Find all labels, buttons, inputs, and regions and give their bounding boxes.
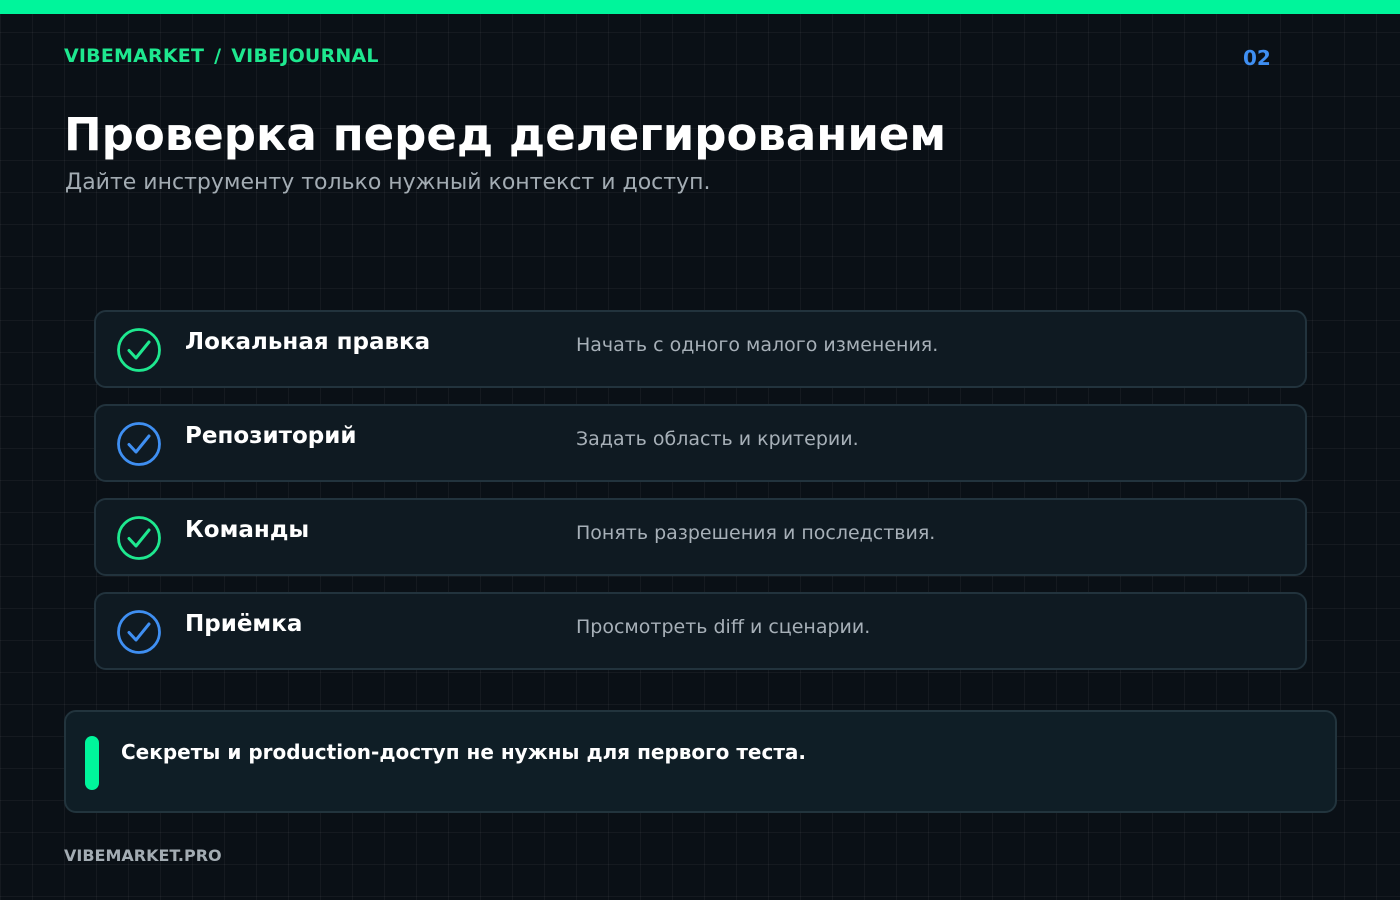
checklist-item-acceptance: Приёмка Просмотреть diff и сценарии. — [94, 592, 1307, 670]
checklist-item-label: Локальная правка — [185, 329, 431, 355]
page-number: 02 — [1243, 46, 1271, 70]
check-circle-icon — [116, 515, 162, 561]
checklist-item-label: Команды — [185, 517, 310, 543]
checklist-item-repository: Репозиторий Задать область и критерии. — [94, 404, 1307, 482]
checklist-item-commands: Команды Понять разрешения и последствия. — [94, 498, 1307, 576]
check-circle-icon — [116, 327, 162, 373]
check-circle-icon — [116, 421, 162, 467]
breadcrumb: VIBEMARKET / VIBEJOURNAL — [64, 45, 379, 67]
page-title: Проверка перед делегированием — [64, 108, 947, 161]
note-card: Секреты и production-доступ не нужны для… — [64, 710, 1337, 813]
check-circle-icon — [116, 609, 162, 655]
checklist-item-description: Понять разрешения и последствия. — [576, 522, 936, 544]
checklist-item-description: Просмотреть diff и сценарии. — [576, 616, 871, 638]
checklist-item-label: Репозиторий — [185, 423, 357, 449]
note-text: Секреты и production-доступ не нужны для… — [121, 740, 807, 764]
breadcrumb-item-vibejournal[interactable]: VIBEJOURNAL — [231, 45, 378, 67]
note-accent-bar — [85, 736, 99, 790]
checklist-item-description: Начать с одного малого изменения. — [576, 334, 939, 356]
checklist-item-local-edit: Локальная правка Начать с одного малого … — [94, 310, 1307, 388]
page-subtitle: Дайте инструменту только нужный контекст… — [65, 170, 711, 195]
checklist-item-description: Задать область и критерии. — [576, 428, 859, 450]
breadcrumb-separator: / — [214, 45, 222, 67]
checklist: Локальная правка Начать с одного малого … — [94, 310, 1307, 686]
checklist-item-label: Приёмка — [185, 611, 303, 637]
breadcrumb-item-vibemarket[interactable]: VIBEMARKET — [64, 45, 204, 67]
top-accent-bar — [0, 0, 1400, 14]
footer-brand[interactable]: VIBEMARKET.PRO — [64, 846, 222, 865]
